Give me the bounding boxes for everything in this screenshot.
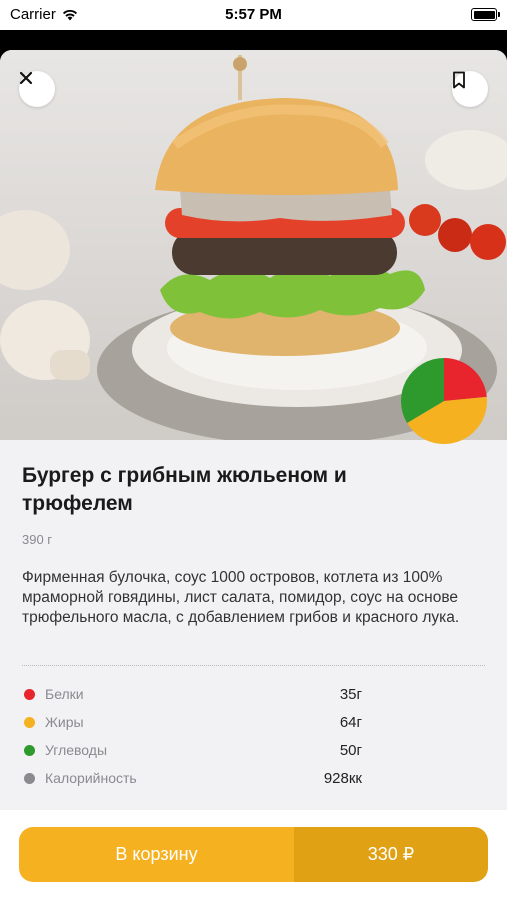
nutrition-row-calories: Калорийность 928кк — [22, 764, 362, 792]
product-weight: 390 г — [22, 532, 53, 547]
bookmark-button[interactable] — [452, 71, 488, 107]
nutrition-pie-chart — [401, 358, 487, 444]
product-sheet: Бургер с грибным жюльеном и трюфелем 390… — [0, 50, 507, 900]
carbs-dot-icon — [24, 744, 35, 756]
nutrition-label: Углеводы — [45, 742, 108, 758]
close-icon — [19, 71, 33, 85]
nutrition-label: Жиры — [45, 714, 84, 730]
divider — [22, 665, 485, 666]
product-title: Бургер с грибным жюльеном и трюфелем — [22, 464, 347, 515]
nutrition-list: Белки 35г Жиры 64г Углеводы 50г Калорийн… — [22, 680, 362, 792]
battery-icon — [471, 8, 500, 21]
cart-price: 330 ₽ — [294, 827, 488, 882]
nutrition-label: Калорийность — [45, 770, 137, 786]
bookmark-icon — [453, 71, 465, 89]
nutrition-row-carbs: Углеводы 50г — [22, 736, 362, 764]
pie-slice-0 — [444, 358, 487, 401]
status-bar: Carrier 5:57 PM — [0, 0, 507, 30]
fat-dot-icon — [24, 716, 35, 728]
nutrition-value: 50г — [339, 741, 362, 759]
calories-dot-icon — [24, 772, 35, 784]
nutrition-value: 928кк — [323, 769, 362, 787]
nutrition-row-fat: Жиры 64г — [22, 708, 362, 736]
add-to-cart-button[interactable]: В корзину 330 ₽ — [19, 827, 488, 882]
nutrition-label: Белки — [45, 686, 84, 702]
status-time: 5:57 PM — [225, 6, 282, 23]
nutrition-value: 35г — [339, 685, 362, 703]
add-to-cart-label: В корзину — [19, 827, 294, 882]
nutrition-row-protein: Белки 35г — [22, 680, 362, 708]
close-button[interactable] — [19, 71, 55, 107]
bottom-bar: В корзину 330 ₽ — [0, 810, 507, 900]
protein-dot-icon — [24, 688, 35, 700]
product-description: Фирменная булочка, соус 1000 островов, к… — [22, 569, 460, 626]
nutrition-value: 64г — [339, 713, 362, 731]
